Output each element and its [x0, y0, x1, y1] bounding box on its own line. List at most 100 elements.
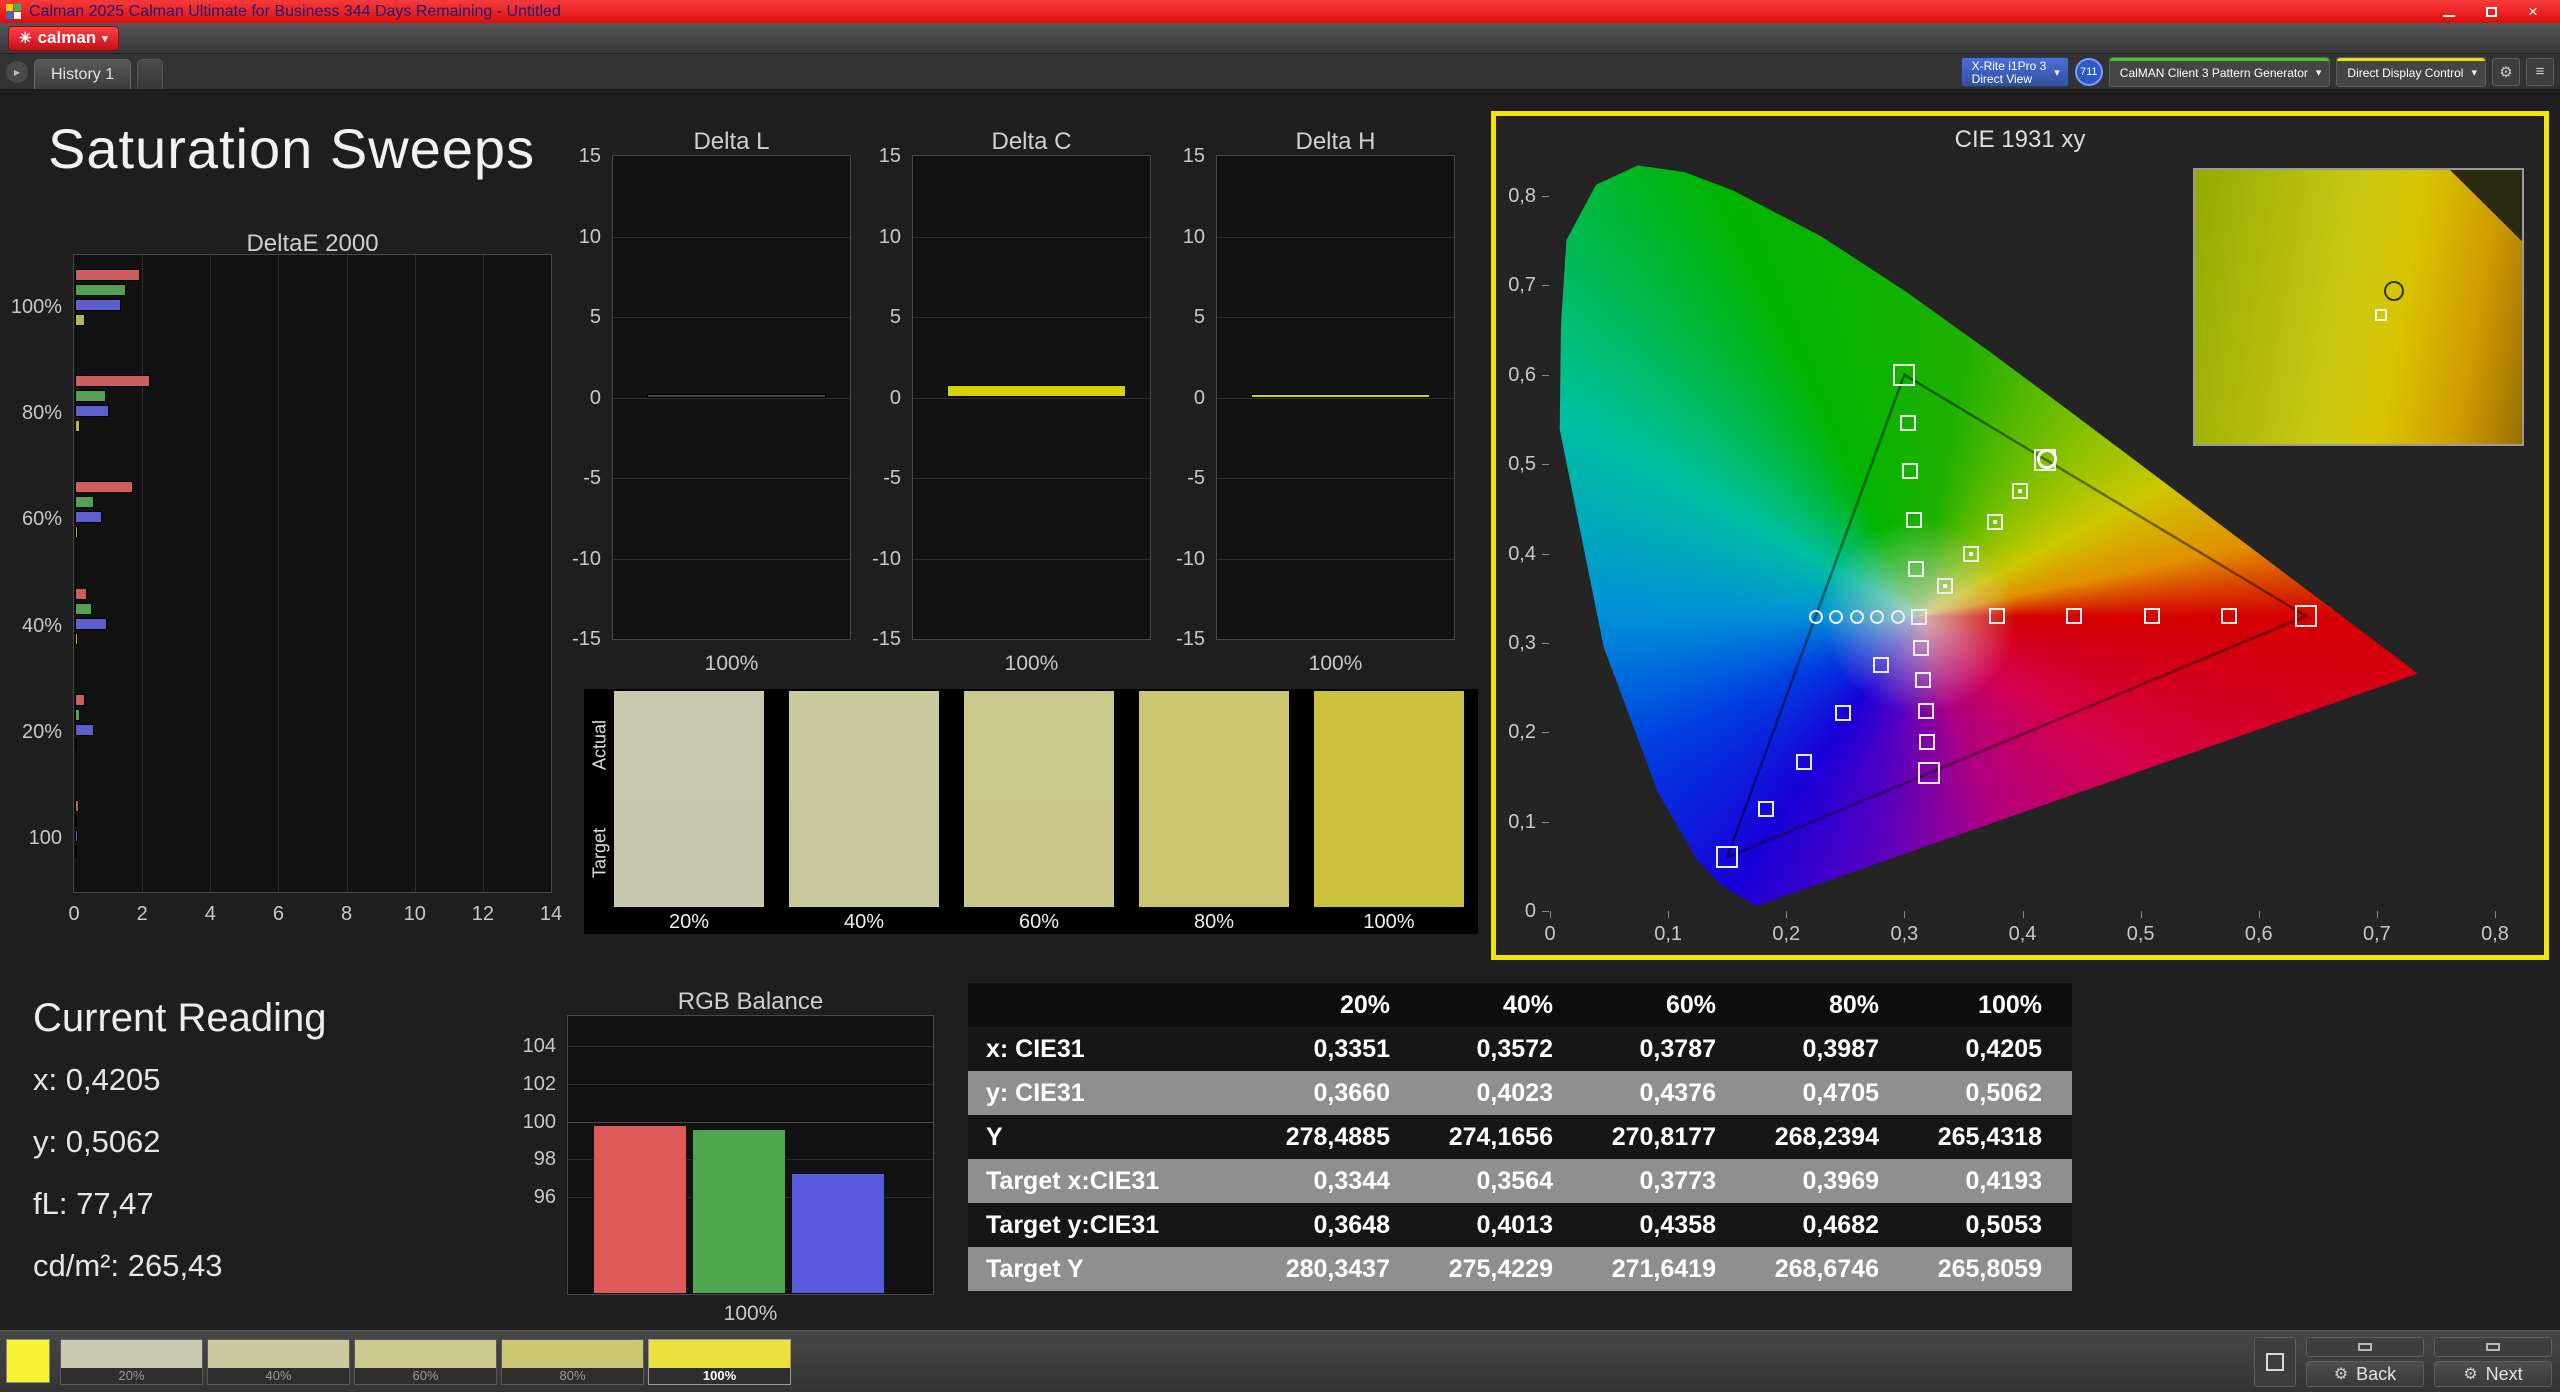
- table-value-cell: 274,1656: [1420, 1115, 1583, 1159]
- rgb-bar-blue: [791, 1173, 885, 1294]
- pattern-swatch-button[interactable]: 40%: [207, 1339, 350, 1385]
- meter-tool-button[interactable]: [2306, 1337, 2424, 1357]
- swatch-color: [61, 1340, 202, 1368]
- measurement-point: [1900, 415, 1916, 431]
- page-title: Saturation Sweeps: [48, 116, 535, 181]
- pattern-swatch-button[interactable]: 100%: [648, 1339, 791, 1385]
- display-control-button[interactable]: Direct Display Control ▾: [2336, 57, 2486, 87]
- measurement-point: [1850, 610, 1864, 624]
- y-tick-label: 100: [508, 1110, 556, 1134]
- deltae-bar: [75, 845, 77, 857]
- gridline: [613, 559, 850, 560]
- gridline: [568, 1046, 933, 1047]
- measurement-point: [1796, 754, 1812, 770]
- gridline: [913, 559, 1150, 560]
- tab-history-1[interactable]: History 1: [34, 59, 131, 89]
- calman-menu-button[interactable]: ✳ calman ▾: [8, 26, 119, 51]
- inset-measured-point: [2384, 281, 2404, 301]
- table-value-cell: 0,3564: [1420, 1159, 1583, 1203]
- measurement-point: [1908, 561, 1924, 577]
- source-status-stripe: [2110, 58, 2330, 61]
- deltae-bar: [75, 724, 94, 736]
- point-dot: [1969, 552, 1973, 556]
- meter-badge[interactable]: 711: [2075, 58, 2103, 86]
- deltae-chart: 02468101214100%80%60%40%20%100: [73, 254, 552, 893]
- target-swatch: [1139, 799, 1289, 907]
- inset-target-point: [2375, 309, 2387, 321]
- device-cluster: X-Rite i1Pro 3 Direct View ▾ 711 CalMAN …: [1961, 57, 2554, 87]
- calman-logo-text: calman: [38, 28, 97, 48]
- screen-icon: [2358, 1343, 2372, 1351]
- delta-c-x-label: 100%: [912, 652, 1151, 676]
- measurement-point: [1918, 762, 1940, 784]
- pattern-source-button[interactable]: CalMAN Client 3 Pattern Generator ▾: [2109, 57, 2331, 87]
- table-row-label: Y: [968, 1115, 1257, 1159]
- actual-swatch: [964, 691, 1114, 799]
- measurement-point: [2066, 608, 2082, 624]
- maximize-button[interactable]: [2470, 0, 2512, 23]
- y-tick-label: 0: [553, 386, 601, 410]
- table-column-header: 100%: [1909, 983, 2072, 1027]
- capture-tool-button[interactable]: [2434, 1337, 2552, 1357]
- y-tick-label: 15: [853, 144, 901, 168]
- swatch-compare-panel: Actual Target 20%40%60%80%100%: [584, 689, 1478, 934]
- pattern-swatch-button[interactable]: 60%: [354, 1339, 497, 1385]
- pattern-swatch-button[interactable]: 20%: [60, 1339, 203, 1385]
- window-title: Calman 2025 Calman Ultimate for Business…: [29, 3, 561, 21]
- square-icon: [2266, 1353, 2284, 1371]
- back-button[interactable]: ⚙ Back: [2306, 1361, 2424, 1387]
- table-value-cell: 0,4358: [1583, 1203, 1746, 1247]
- point-dot: [1993, 520, 1997, 524]
- x-tick-label: 12: [463, 902, 503, 926]
- current-reading-title: Current Reading: [33, 996, 327, 1041]
- actual-swatch: [1314, 691, 1464, 799]
- minimize-button[interactable]: [2428, 0, 2470, 23]
- layout-menu-button[interactable]: ≡: [2526, 58, 2554, 86]
- swatch-label: 20%: [61, 1368, 202, 1384]
- close-button[interactable]: ×: [2512, 0, 2554, 23]
- deltae-bar: [75, 603, 92, 615]
- swatch-percent-label: 100%: [1314, 911, 1464, 934]
- table-row-label: y: CIE31: [968, 1071, 1257, 1115]
- actual-swatch: [614, 691, 764, 799]
- next-button[interactable]: ⚙ Next: [2434, 1361, 2552, 1387]
- tick-mark: [1542, 911, 1549, 912]
- measurement-point: [2295, 605, 2317, 627]
- tick-mark: [1904, 911, 1905, 918]
- measurement-point: [1918, 703, 1934, 719]
- rgb-balance-chart: 1041021009896: [567, 1015, 934, 1295]
- table-value-cell: 0,3987: [1746, 1027, 1909, 1071]
- table-value-cell: 0,4013: [1420, 1203, 1583, 1247]
- y-tick-label: 0: [1157, 386, 1205, 410]
- delta-bar: [647, 394, 826, 398]
- deltae-bar: [75, 390, 106, 402]
- measurement-point: [1716, 846, 1738, 868]
- swatch-label: 40%: [208, 1368, 349, 1384]
- x-tick-label: 0,5: [2111, 922, 2171, 946]
- nav-arrow-button[interactable]: ▸: [6, 61, 28, 83]
- y-tick-label: 0,6: [1496, 363, 1536, 387]
- table-value-cell: 265,4318: [1909, 1115, 2072, 1159]
- table-value-cell: 0,3648: [1257, 1203, 1420, 1247]
- pattern-window-button[interactable]: [2254, 1337, 2296, 1387]
- delta-h-chart: 151050-5-10-15: [1216, 155, 1455, 640]
- meter-mode: Direct View: [1972, 73, 2047, 86]
- cie-panel: CIE 1931 xy 00,10,20,30,40,50,60,70,80,8…: [1491, 111, 2549, 960]
- x-tick-label: 14: [531, 902, 571, 926]
- meter-button[interactable]: X-Rite i1Pro 3 Direct View ▾: [1961, 57, 2069, 87]
- y-tick-label: 10: [553, 225, 601, 249]
- current-reading-line: fL: 77,47: [33, 1186, 223, 1248]
- measurement-point: [1902, 463, 1918, 479]
- measurement-point: [1758, 801, 1774, 817]
- pattern-swatch-button[interactable]: 80%: [501, 1339, 644, 1385]
- gridline: [483, 255, 484, 892]
- y-tick-label: 10: [853, 225, 901, 249]
- y-tick-label: 0,7: [1496, 273, 1536, 297]
- swatch-label: 100%: [649, 1368, 790, 1384]
- settings-gear-button[interactable]: ⚙: [2492, 58, 2520, 86]
- measurement-point: [1835, 705, 1851, 721]
- tab-stub[interactable]: [137, 59, 163, 89]
- gridline: [913, 478, 1150, 479]
- table-row-label: Target y:CIE31: [968, 1203, 1257, 1247]
- current-reading-values: x: 0,4205y: 0,5062fL: 77,47cd/m²: 265,43: [33, 1062, 223, 1310]
